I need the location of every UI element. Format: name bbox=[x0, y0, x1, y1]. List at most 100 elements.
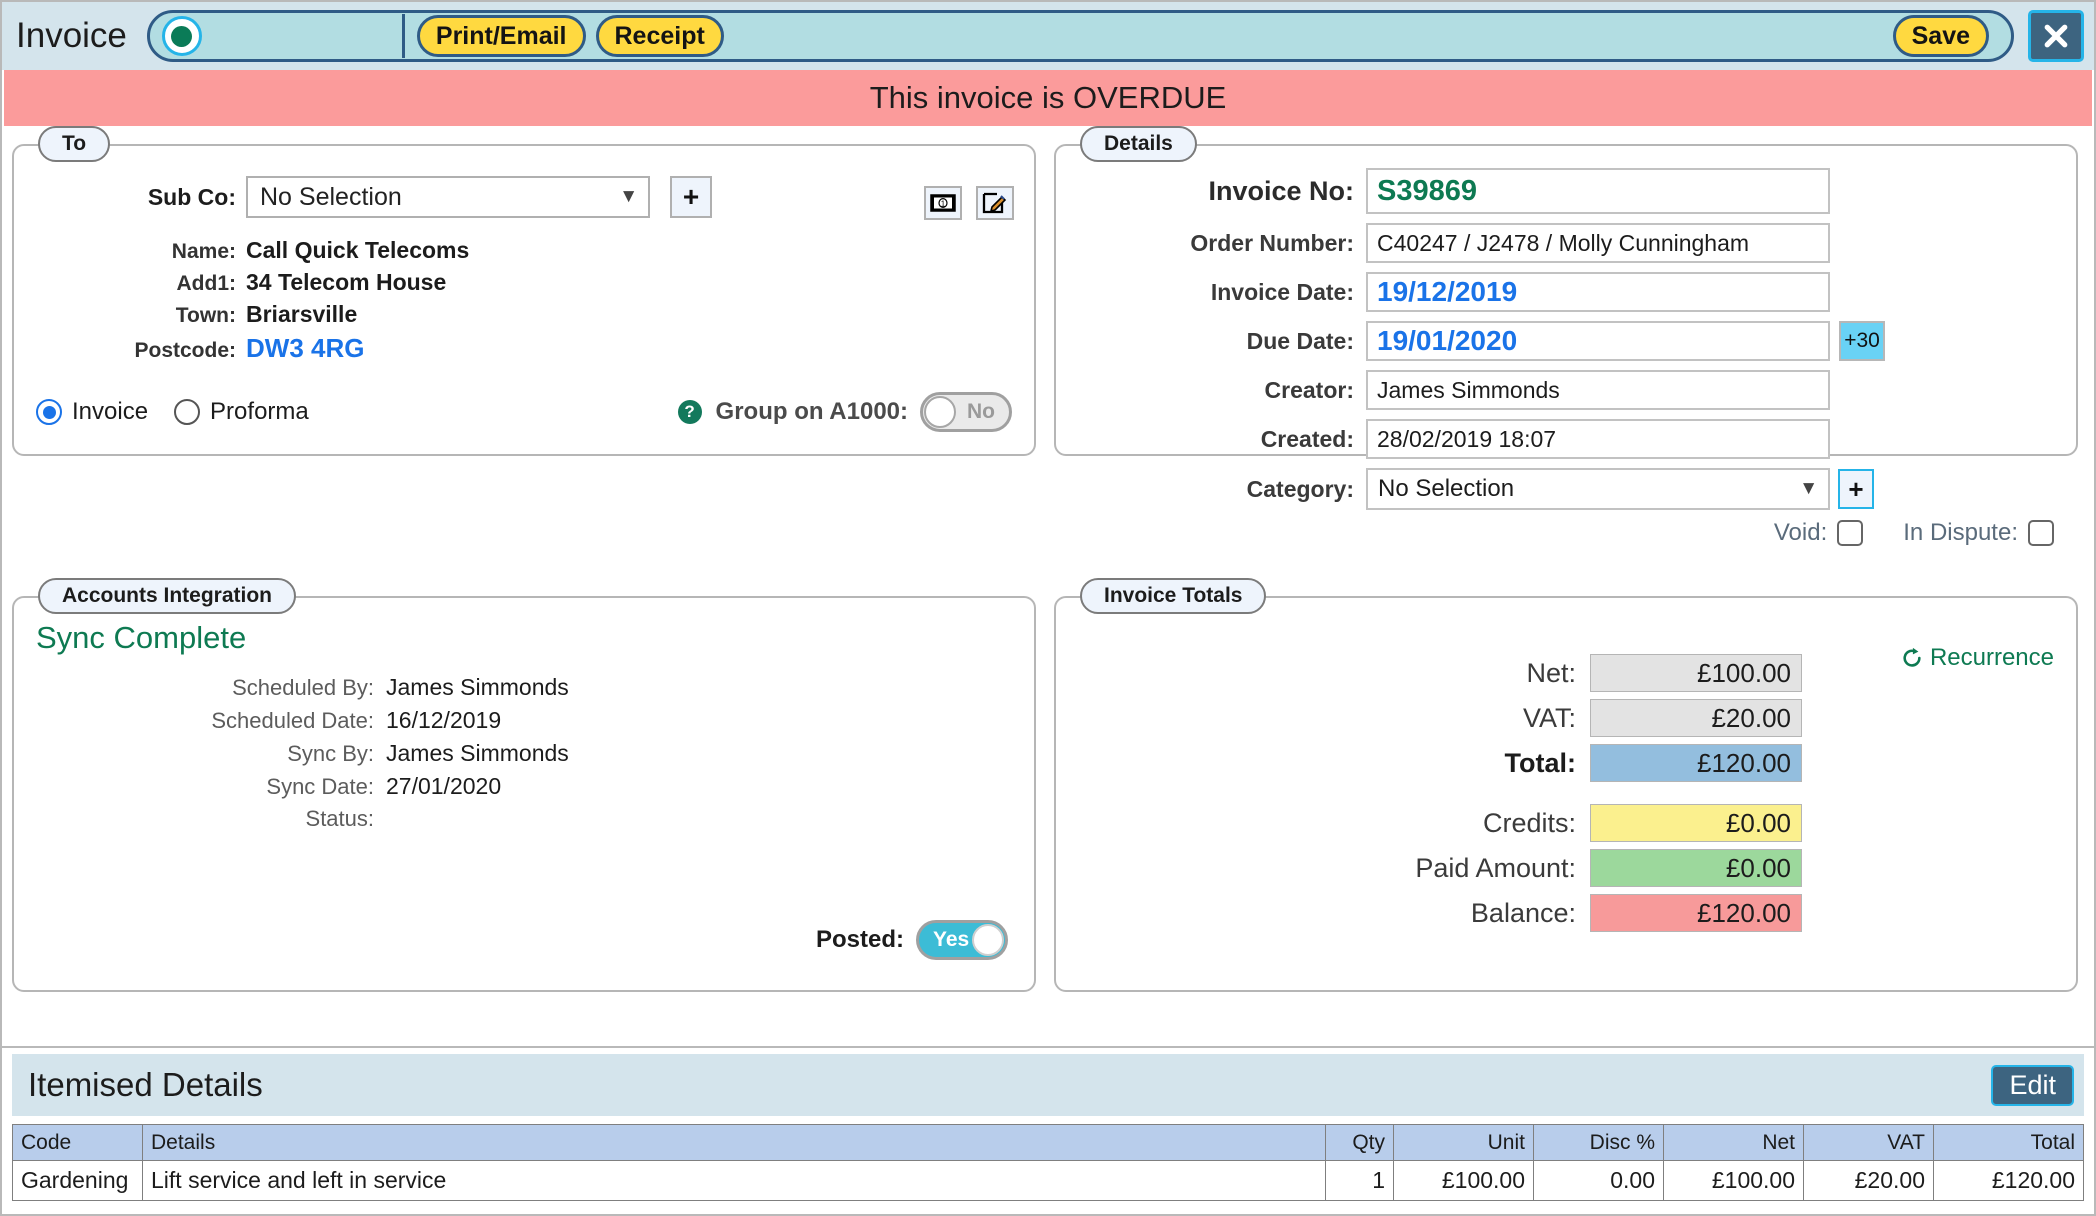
accounts-rows: Scheduled By: James Simmonds Scheduled D… bbox=[14, 674, 1034, 832]
due-date-label: Due Date: bbox=[1246, 327, 1354, 354]
scheduled-date-row: Scheduled Date: 16/12/2019 bbox=[14, 707, 1034, 734]
credits-row: Credits: £0.00 bbox=[1056, 804, 2076, 842]
address-row-name: Name: Call Quick Telecoms bbox=[14, 237, 1034, 264]
created-field[interactable]: 28/02/2019 18:07 bbox=[1366, 419, 1830, 459]
paid-amount-label: Paid Amount: bbox=[1415, 852, 1576, 883]
address-block: Name: Call Quick Telecoms Add1: 34 Telec… bbox=[14, 232, 1034, 364]
invoice-date-field[interactable]: 19/12/2019 bbox=[1366, 272, 1830, 312]
address-label: Postcode: bbox=[134, 339, 236, 362]
to-panel-legend: To bbox=[38, 126, 111, 162]
category-select[interactable]: No Selection ▼ bbox=[1366, 468, 1830, 510]
close-x-icon bbox=[2044, 24, 2068, 48]
toolbar: Print/Email Receipt Save bbox=[146, 10, 2014, 62]
category-selected-value: No Selection bbox=[1378, 475, 1515, 502]
save-button[interactable]: Save bbox=[1892, 15, 1989, 57]
receipt-button[interactable]: Receipt bbox=[595, 15, 724, 57]
order-number-row: Order Number: C40247 / J2478 / Molly Cun… bbox=[1056, 223, 2076, 263]
cell-unit: £100.00 bbox=[1393, 1160, 1534, 1201]
due-date-field[interactable]: 19/01/2020 bbox=[1366, 321, 1830, 361]
total-row: Total: £120.00 bbox=[1056, 744, 2076, 782]
col-details: Details bbox=[142, 1124, 1326, 1161]
sync-by-row: Sync By: James Simmonds bbox=[14, 740, 1034, 767]
posted-row: Posted: Yes bbox=[816, 920, 1008, 960]
title-bar: Invoice Print/Email Receipt Save bbox=[2, 2, 2094, 70]
col-unit: Unit bbox=[1393, 1124, 1534, 1161]
green-status-dot[interactable] bbox=[161, 16, 202, 56]
to-panel-footer: Invoice Proforma ? Group on A1000: No bbox=[36, 392, 1012, 432]
toggle-knob bbox=[924, 396, 956, 428]
address-label: Add1: bbox=[176, 272, 237, 295]
details-fields: Invoice No: S39869 Order Number: C40247 … bbox=[1056, 168, 2076, 547]
add-category-button[interactable]: + bbox=[1838, 469, 1874, 509]
paid-amount-value: £0.00 bbox=[1590, 849, 1802, 887]
toggle-state-label: Yes bbox=[933, 928, 970, 951]
subco-row: Sub Co: No Selection ▼ + bbox=[14, 176, 1034, 218]
posted-toggle[interactable]: Yes bbox=[916, 920, 1008, 960]
radio-invoice[interactable] bbox=[36, 399, 62, 425]
chevron-down-icon: ▼ bbox=[619, 186, 638, 207]
table-row[interactable]: Gardening Lift service and left in servi… bbox=[12, 1160, 2084, 1201]
sync-by-label: Sync By: bbox=[287, 741, 374, 766]
totals-rows: Net: £100.00 VAT: £20.00 Total: £120.00 … bbox=[1056, 654, 2076, 939]
to-panel: To 1 Sub Co: No Selection ▼ + Name: Call… bbox=[12, 126, 1036, 456]
created-row: Created: 28/02/2019 18:07 bbox=[1056, 419, 2076, 459]
flags-row: Void: In Dispute: bbox=[1056, 519, 2076, 547]
creator-label: Creator: bbox=[1264, 376, 1354, 403]
details-panel: Details Invoice No: S39869 Order Number:… bbox=[1054, 126, 2078, 546]
address-value: Call Quick Telecoms bbox=[246, 237, 470, 263]
sync-by-value: James Simmonds bbox=[386, 740, 569, 766]
edit-button[interactable]: Edit bbox=[1991, 1064, 2074, 1106]
close-button[interactable] bbox=[2028, 10, 2084, 62]
scheduled-by-label: Scheduled By: bbox=[232, 675, 374, 700]
cell-net: £100.00 bbox=[1663, 1160, 1804, 1201]
creator-row: Creator: James Simmonds bbox=[1056, 370, 2076, 410]
chevron-down-icon: ▼ bbox=[1799, 478, 1818, 499]
col-code: Code bbox=[12, 1124, 143, 1161]
col-disc: Disc % bbox=[1533, 1124, 1664, 1161]
accounts-integration-legend: Accounts Integration bbox=[38, 578, 297, 614]
status-dot-inner bbox=[171, 25, 193, 47]
in-dispute-checkbox[interactable] bbox=[2028, 520, 2054, 546]
invoice-date-label: Invoice Date: bbox=[1210, 278, 1354, 305]
invoice-no-field[interactable]: S39869 bbox=[1366, 168, 1830, 214]
creator-field[interactable]: James Simmonds bbox=[1366, 370, 1830, 410]
status-label: Status: bbox=[305, 806, 374, 831]
scheduled-date-label: Scheduled Date: bbox=[211, 708, 374, 733]
add-subco-button[interactable]: + bbox=[670, 176, 712, 218]
help-question-icon[interactable]: ? bbox=[677, 400, 702, 424]
invoice-no-row: Invoice No: S39869 bbox=[1056, 168, 2076, 214]
balance-label: Balance: bbox=[1470, 897, 1576, 928]
vat-row: VAT: £20.00 bbox=[1056, 699, 2076, 737]
cell-qty: 1 bbox=[1325, 1160, 1394, 1201]
total-value: £120.00 bbox=[1590, 744, 1802, 782]
page-title: Invoice bbox=[16, 16, 127, 55]
itemised-details-section: Itemised Details Edit Code Details Qty U… bbox=[2, 1046, 2094, 1214]
cell-vat: £20.00 bbox=[1803, 1160, 1934, 1201]
order-number-field[interactable]: C40247 / J2478 / Molly Cunningham bbox=[1366, 223, 1830, 263]
subco-label: Sub Co: bbox=[147, 183, 236, 210]
radio-proforma[interactable] bbox=[174, 399, 201, 425]
accounts-integration-panel: Accounts Integration Sync Complete Sched… bbox=[12, 578, 1036, 992]
toggle-knob bbox=[972, 924, 1004, 956]
address-value: Briarsville bbox=[246, 301, 358, 327]
total-label: Total: bbox=[1504, 747, 1576, 778]
net-value: £100.00 bbox=[1590, 654, 1802, 692]
subco-selected-value: No Selection bbox=[260, 182, 402, 211]
due-date-plus30-button[interactable]: +30 bbox=[1839, 321, 1885, 361]
subco-select[interactable]: No Selection ▼ bbox=[246, 176, 650, 218]
scheduled-by-row: Scheduled By: James Simmonds bbox=[14, 674, 1034, 701]
void-checkbox[interactable] bbox=[1837, 520, 1864, 546]
col-qty: Qty bbox=[1325, 1124, 1394, 1161]
invoice-no-label: Invoice No: bbox=[1208, 175, 1354, 206]
postcode-link[interactable]: DW3 4RG bbox=[246, 333, 364, 364]
print-email-button[interactable]: Print/Email bbox=[416, 15, 586, 57]
sync-date-row: Sync Date: 27/01/2020 bbox=[14, 773, 1034, 800]
vat-label: VAT: bbox=[1522, 702, 1576, 733]
table-header-row: Code Details Qty Unit Disc % Net VAT Tot… bbox=[12, 1124, 2084, 1161]
cell-code: Gardening bbox=[12, 1160, 143, 1201]
itemised-details-table: Code Details Qty Unit Disc % Net VAT Tot… bbox=[12, 1124, 2084, 1201]
group-on-a1000-label: Group on A1000: bbox=[715, 398, 908, 425]
group-on-a1000-toggle[interactable]: No bbox=[920, 392, 1012, 432]
invoice-window: Invoice Print/Email Receipt Save This in… bbox=[0, 0, 2096, 1216]
paid-amount-row: Paid Amount: £0.00 bbox=[1056, 849, 2076, 887]
